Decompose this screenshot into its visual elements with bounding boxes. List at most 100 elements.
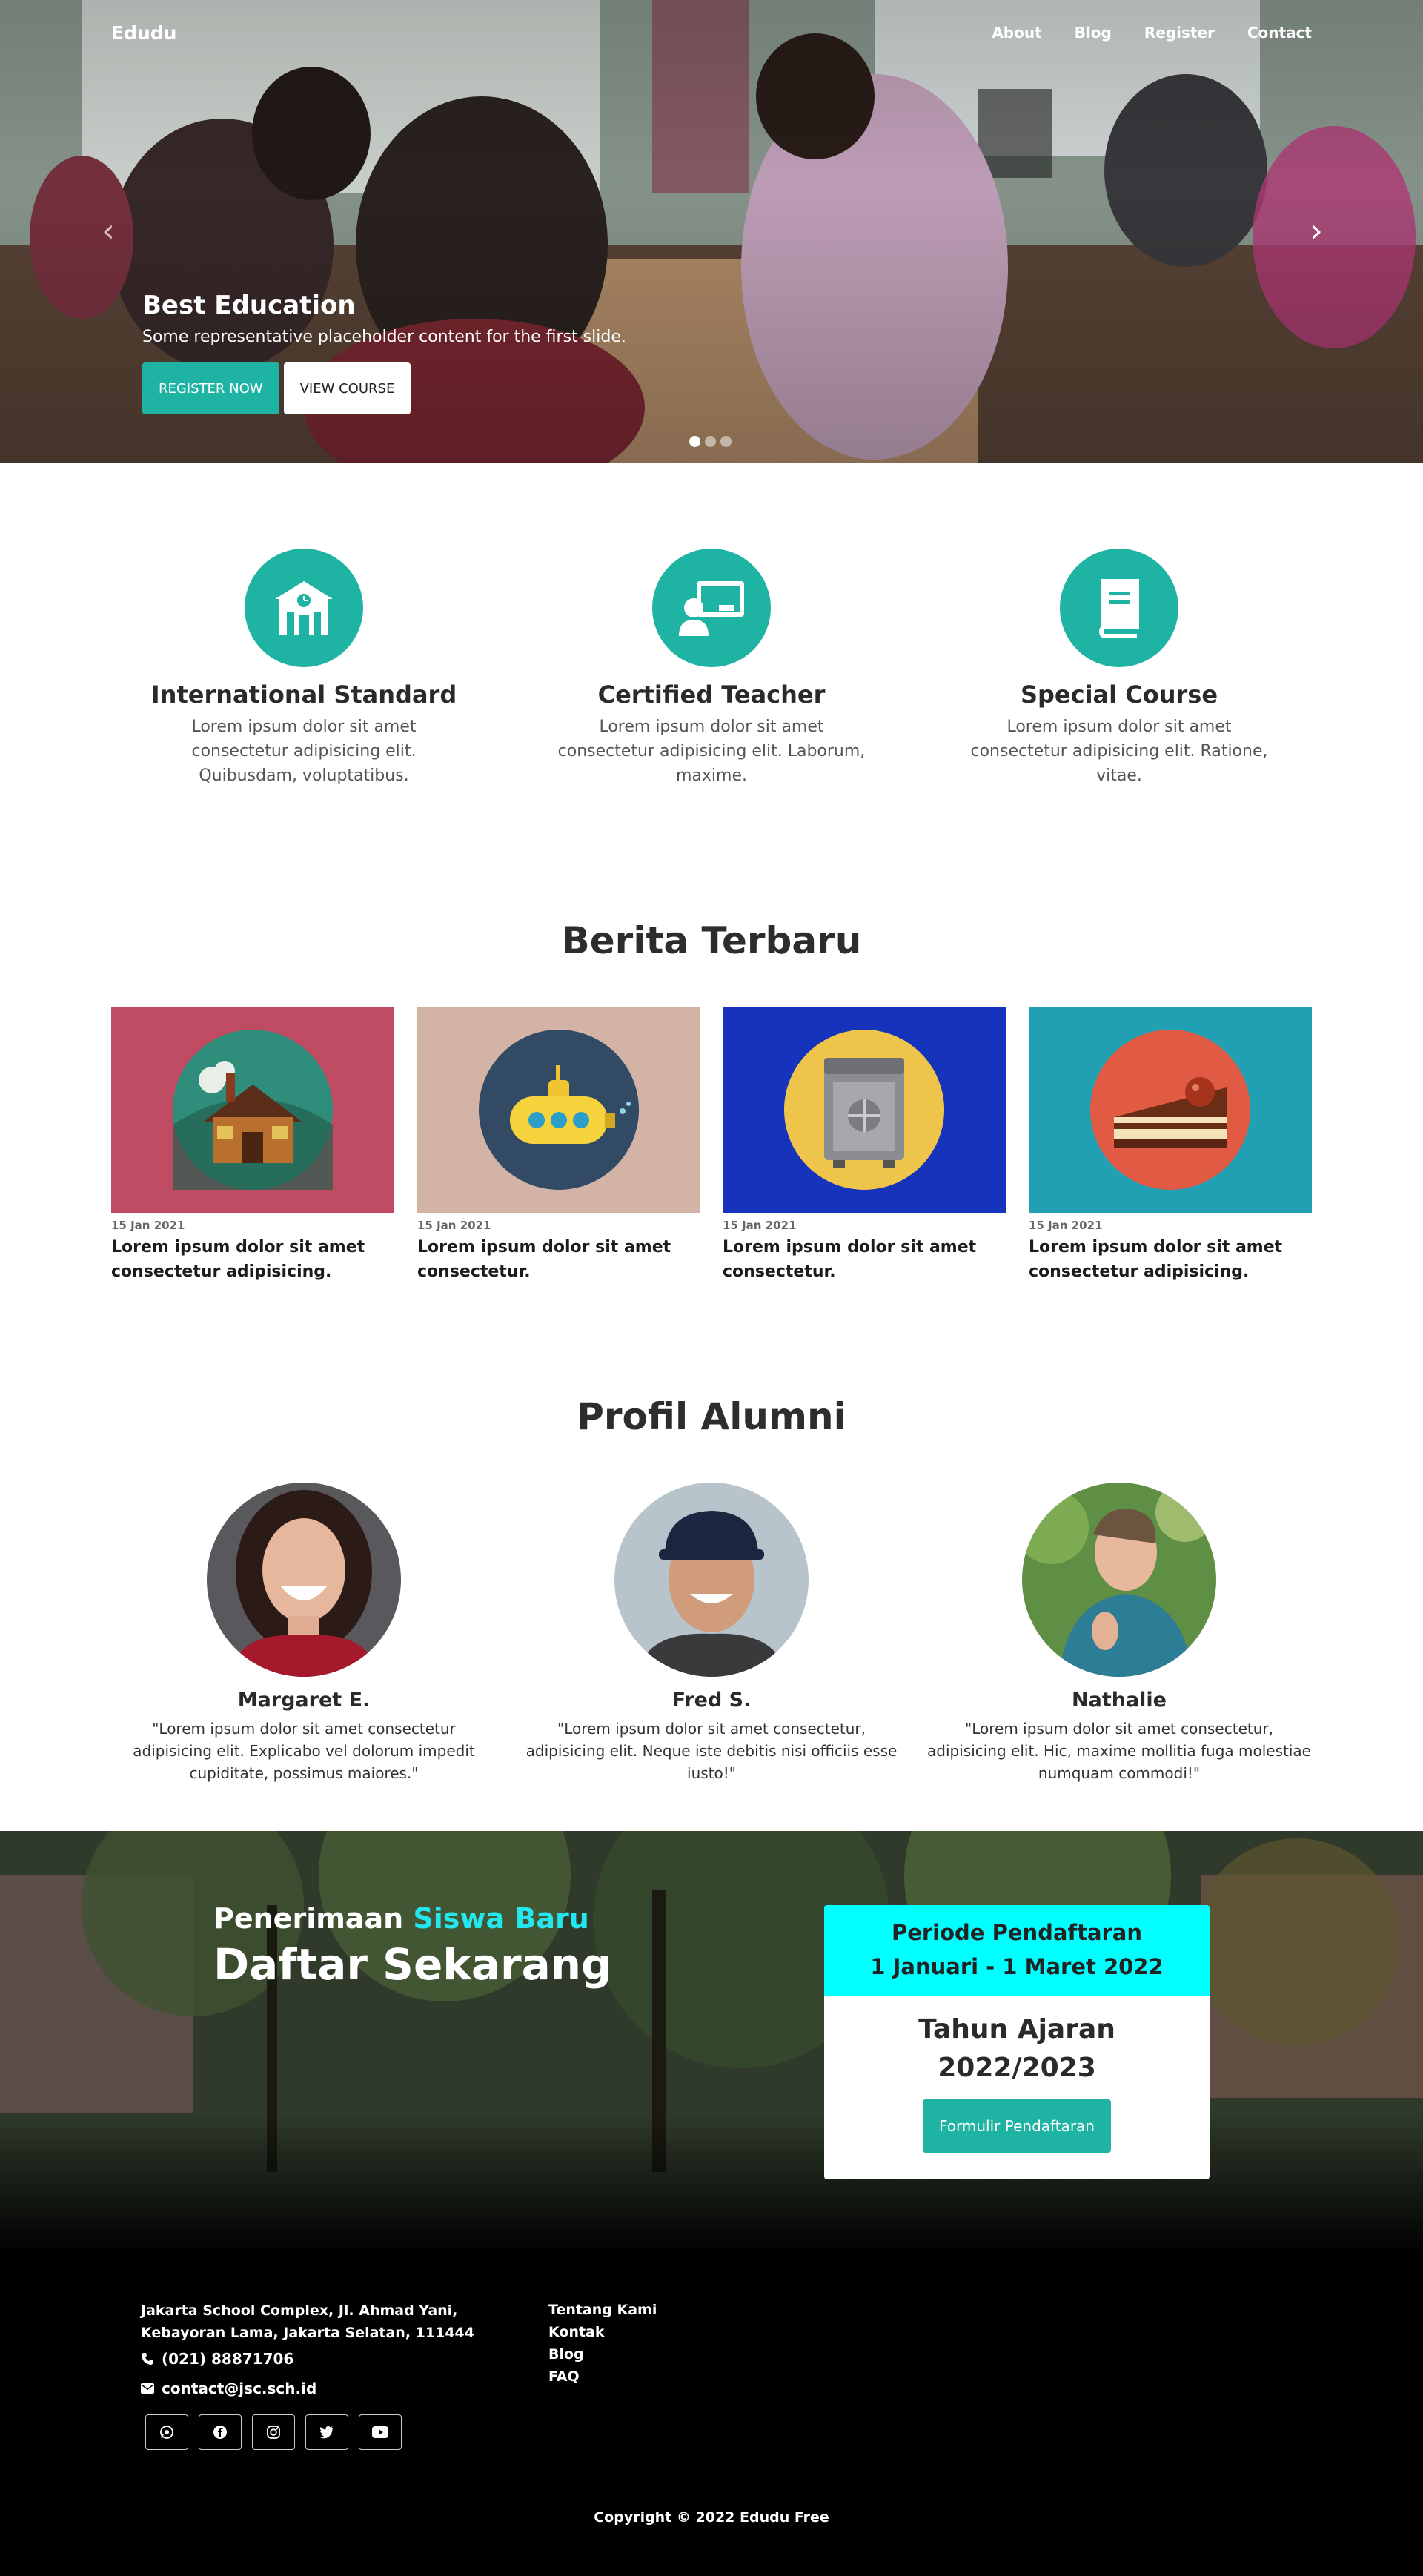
footer-email[interactable]: contact@jsc.sch.id bbox=[141, 2380, 316, 2397]
news-heading: Berita Terbaru bbox=[561, 919, 862, 962]
alumni-name: Margaret E. bbox=[237, 1689, 371, 1712]
news-title[interactable]: Lorem ipsum dolor sit amet consectetur. bbox=[417, 1235, 700, 1284]
alumni-name: Fred S. bbox=[671, 1689, 752, 1712]
youtube-icon[interactable] bbox=[359, 2414, 402, 2450]
registration-form-button[interactable]: Formulir Pendaftaran bbox=[923, 2099, 1111, 2153]
carousel-indicator-1[interactable] bbox=[689, 436, 700, 447]
footer-phone[interactable]: (021) 88871706 bbox=[141, 2350, 293, 2368]
footer-link-contact[interactable]: Kontak bbox=[548, 2322, 657, 2342]
alumni-card: Fred S. "Lorem ipsum dolor sit amet cons… bbox=[519, 1483, 904, 1784]
carousel-next-icon[interactable]: › bbox=[1303, 215, 1330, 248]
alumni-quote: "Lorem ipsum dolor sit amet consectetur,… bbox=[927, 1720, 1311, 1782]
feature-text: Lorem ipsum dolor sit amet consectetur a… bbox=[191, 718, 417, 785]
avatar bbox=[207, 1483, 401, 1677]
twitter-icon[interactable] bbox=[305, 2414, 348, 2450]
brand-logo[interactable]: Edudu bbox=[111, 22, 176, 44]
registration-subtitle: Penerimaan Siswa Baru bbox=[213, 1902, 612, 1935]
book-icon bbox=[1060, 549, 1178, 667]
feature-international-standard: International Standard Lorem ipsum dolor… bbox=[145, 549, 463, 788]
campus-background-image bbox=[0, 1831, 1423, 2254]
nav-contact[interactable]: Contact bbox=[1247, 24, 1312, 42]
news-title[interactable]: Lorem ipsum dolor sit amet consectetur a… bbox=[111, 1235, 394, 1284]
envelope-icon bbox=[141, 2383, 154, 2394]
academic-year-label: Tahun Ajaran bbox=[918, 2014, 1115, 2044]
social-links bbox=[145, 2414, 402, 2450]
registration-sub-prefix: Penerimaan bbox=[213, 1902, 404, 1935]
footer-links: Tentang Kami Kontak Blog FAQ bbox=[548, 2299, 657, 2387]
registration-sub-highlight: Siswa Baru bbox=[413, 1902, 589, 1935]
avatar bbox=[614, 1483, 809, 1677]
news-card[interactable]: 15 Jan 2021 Lorem ipsum dolor sit amet c… bbox=[1029, 1007, 1312, 1284]
register-now-button[interactable]: REGISTER NOW bbox=[142, 362, 279, 414]
footer-address: Jakarta School Complex, Jl. Ahmad Yani, … bbox=[141, 2299, 474, 2344]
news-date: 15 Jan 2021 bbox=[723, 1219, 797, 1232]
footer-link-faq[interactable]: FAQ bbox=[548, 2366, 657, 2387]
safe-icon bbox=[784, 1030, 944, 1190]
alumni-card: Margaret E. "Lorem ipsum dolor sit amet … bbox=[111, 1483, 497, 1784]
teacher-icon bbox=[652, 549, 771, 667]
alumni-heading: Profil Alumni bbox=[577, 1395, 846, 1438]
news-image[interactable] bbox=[1029, 1007, 1312, 1213]
email-address[interactable]: contact@jsc.sch.id bbox=[162, 2380, 316, 2397]
registration-card: Periode Pendaftaran 1 Januari - 1 Maret … bbox=[824, 1905, 1210, 2179]
academic-year-value: 2022/2023 bbox=[938, 2053, 1096, 2083]
registration-section: Penerimaan Siswa Baru Daftar Sekarang Pe… bbox=[0, 1831, 1423, 2254]
carousel-indicator-3[interactable] bbox=[720, 436, 732, 447]
feature-title: International Standard bbox=[150, 681, 457, 709]
phone-number[interactable]: (021) 88871706 bbox=[162, 2350, 293, 2368]
nav-about[interactable]: About bbox=[992, 24, 1041, 42]
cake-icon bbox=[1090, 1030, 1250, 1190]
nav-register[interactable]: Register bbox=[1144, 24, 1215, 42]
carousel-indicators bbox=[689, 436, 732, 447]
hero-title: Best Education bbox=[142, 291, 356, 320]
carousel-indicator-2[interactable] bbox=[705, 436, 716, 447]
news-title[interactable]: Lorem ipsum dolor sit amet consectetur a… bbox=[1029, 1235, 1312, 1284]
news-image[interactable] bbox=[417, 1007, 700, 1213]
hero-subtitle: Some representative placeholder content … bbox=[142, 328, 626, 346]
carousel-prev-icon[interactable]: ‹ bbox=[95, 215, 122, 248]
feature-text: Lorem ipsum dolor sit amet consectetur a… bbox=[557, 718, 866, 785]
feature-special-course: Special Course Lorem ipsum dolor sit ame… bbox=[960, 549, 1278, 788]
alumni-quote: "Lorem ipsum dolor sit amet consectetur … bbox=[133, 1720, 475, 1782]
address-line-1: Jakarta School Complex, Jl. Ahmad Yani, bbox=[141, 2302, 458, 2319]
alumni-card: Nathalie "Lorem ipsum dolor sit amet con… bbox=[926, 1483, 1312, 1784]
footer-link-blog[interactable]: Blog bbox=[548, 2344, 657, 2365]
feature-title: Special Course bbox=[1020, 681, 1218, 709]
feature-certified-teacher: Certified Teacher Lorem ipsum dolor sit … bbox=[552, 549, 871, 788]
registration-period: Periode Pendaftaran 1 Januari - 1 Maret … bbox=[824, 1905, 1210, 1996]
instagram-icon[interactable] bbox=[252, 2414, 295, 2450]
news-date: 15 Jan 2021 bbox=[417, 1219, 491, 1232]
registration-title: Daftar Sekarang bbox=[213, 1939, 612, 1990]
phone-icon bbox=[142, 2353, 153, 2365]
hero-caption: Best Education Some representative place… bbox=[142, 291, 626, 414]
footer: Jakarta School Complex, Jl. Ahmad Yani, … bbox=[0, 2254, 1423, 2576]
main-nav: About Blog Register Contact bbox=[992, 24, 1312, 42]
hero-carousel: Edudu About Blog Register Contact ‹ › Be… bbox=[0, 0, 1423, 463]
period-dates: 1 Januari - 1 Maret 2022 bbox=[870, 1954, 1164, 1979]
news-card[interactable]: 15 Jan 2021 Lorem ipsum dolor sit amet c… bbox=[723, 1007, 1006, 1284]
address-line-2: Kebayoran Lama, Jakarta Selatan, 111444 bbox=[141, 2325, 474, 2341]
alumni-quote: "Lorem ipsum dolor sit amet consectetur,… bbox=[525, 1720, 898, 1782]
news-image[interactable] bbox=[723, 1007, 1006, 1213]
news-card[interactable]: 15 Jan 2021 Lorem ipsum dolor sit amet c… bbox=[417, 1007, 700, 1284]
footer-link-about[interactable]: Tentang Kami bbox=[548, 2299, 657, 2320]
view-course-button[interactable]: VIEW COURSE bbox=[283, 362, 411, 414]
registration-headline: Penerimaan Siswa Baru Daftar Sekarang bbox=[213, 1902, 612, 1990]
nav-blog[interactable]: Blog bbox=[1075, 24, 1112, 42]
submarine-icon bbox=[479, 1030, 639, 1190]
copyright: Copyright © 2022 Edudu Free bbox=[594, 2509, 829, 2526]
avatar bbox=[1022, 1483, 1216, 1677]
news-date: 15 Jan 2021 bbox=[111, 1219, 185, 1232]
whatsapp-icon[interactable] bbox=[145, 2414, 188, 2450]
facebook-icon[interactable] bbox=[199, 2414, 242, 2450]
feature-title: Certified Teacher bbox=[597, 681, 826, 709]
cabin-icon bbox=[173, 1030, 333, 1190]
news-date: 15 Jan 2021 bbox=[1029, 1219, 1103, 1232]
news-image[interactable] bbox=[111, 1007, 394, 1213]
alumni-name: Nathalie bbox=[1072, 1689, 1167, 1712]
period-label: Periode Pendaftaran bbox=[891, 1920, 1143, 1945]
school-icon bbox=[245, 549, 363, 667]
feature-text: Lorem ipsum dolor sit amet consectetur a… bbox=[970, 718, 1268, 785]
news-card[interactable]: 15 Jan 2021 Lorem ipsum dolor sit amet c… bbox=[111, 1007, 394, 1284]
news-title[interactable]: Lorem ipsum dolor sit amet consectetur. bbox=[723, 1235, 1006, 1284]
